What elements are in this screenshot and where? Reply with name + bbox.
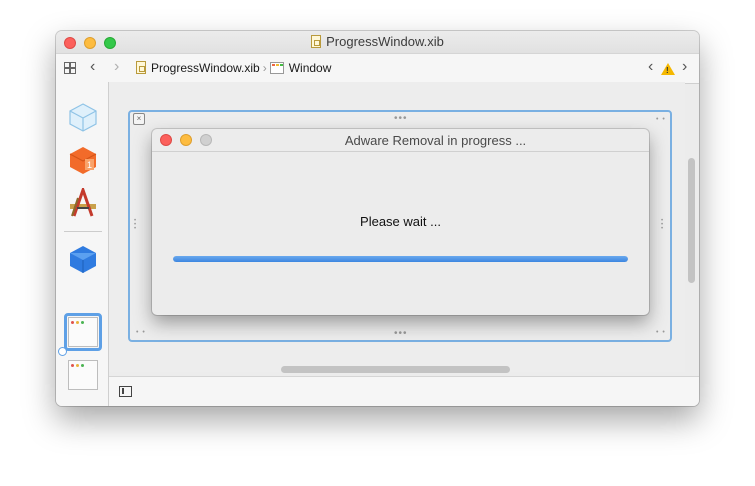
resize-handle-bottom-right[interactable]: • •: [656, 328, 666, 338]
resize-handle-bottom-left[interactable]: • •: [136, 328, 146, 338]
warning-icon[interactable]: !: [661, 63, 675, 75]
progress-bar[interactable]: [173, 256, 628, 262]
breadcrumb-separator-icon: ›: [262, 61, 267, 75]
progress-window-titlebar: Adware Removal in progress ...: [152, 129, 649, 152]
breadcrumb: ProgressWindow.xib › Window: [136, 61, 331, 75]
vertical-scrollbar[interactable]: [688, 158, 695, 283]
show-outline-icon[interactable]: [119, 386, 132, 397]
xib-file-icon: [311, 35, 322, 48]
resize-handle-left[interactable]: • • •: [134, 218, 138, 232]
related-items-icon[interactable]: [64, 62, 76, 74]
window-thumbnail-icon[interactable]: [68, 360, 98, 390]
application-icon[interactable]: [68, 188, 98, 218]
previous-issue-chevron-icon[interactable]: ‹: [648, 59, 653, 75]
breadcrumb-item-file[interactable]: ProgressWindow.xib: [151, 61, 260, 75]
document-outline: 1: [56, 82, 109, 406]
progress-window[interactable]: Adware Removal in progress ... Please wa…: [152, 129, 649, 315]
object-cube-icon[interactable]: [68, 102, 98, 132]
window-icon: [269, 62, 284, 74]
jump-bar: ‹ › ProgressWindow.xib › Window ‹ ! ›: [56, 53, 699, 84]
close-badge-icon[interactable]: ×: [133, 113, 145, 125]
resize-handle-top-right[interactable]: • •: [656, 115, 666, 125]
window-title-text: ProgressWindow.xib: [326, 34, 444, 49]
next-issue-chevron-icon[interactable]: ›: [682, 59, 687, 75]
window-thumbnail-icon[interactable]: [68, 317, 98, 347]
resize-handle-bottom[interactable]: •••: [394, 329, 408, 339]
resize-handle-right[interactable]: • • •: [661, 218, 665, 232]
dialog-title: Adware Removal in progress ...: [344, 133, 527, 148]
horizontal-scrollbar[interactable]: [281, 366, 510, 373]
outline-divider: [64, 231, 102, 232]
resize-handle-top[interactable]: •••: [394, 114, 408, 124]
progress-fill: [173, 256, 628, 262]
window-title: ProgressWindow.xib: [56, 34, 699, 49]
first-responder-icon[interactable]: 1: [68, 145, 98, 175]
titlebar[interactable]: ProgressWindow.xib: [56, 31, 699, 53]
forward-chevron-icon[interactable]: ›: [114, 59, 119, 75]
back-chevron-icon[interactable]: ‹: [90, 59, 95, 75]
blue-cube-icon[interactable]: [68, 244, 98, 274]
breadcrumb-item-window[interactable]: Window: [289, 61, 332, 75]
xib-file-icon: [136, 61, 146, 74]
status-label[interactable]: Please wait ...: [152, 214, 649, 229]
svg-text:1: 1: [87, 160, 92, 170]
canvas-bottom-bar: [109, 376, 699, 406]
connection-handle[interactable]: [58, 347, 67, 356]
